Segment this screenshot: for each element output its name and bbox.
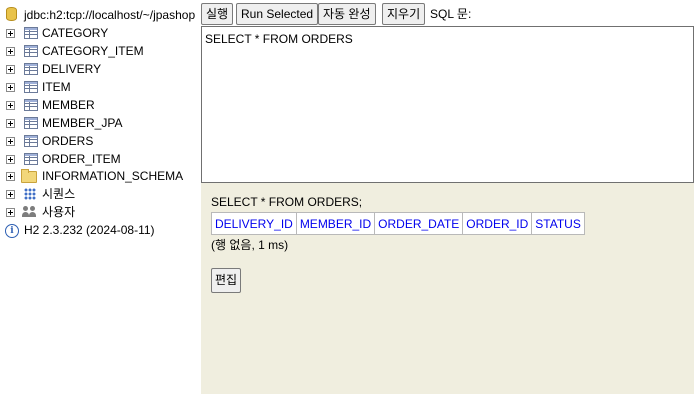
table-name[interactable]: ORDERS	[42, 132, 93, 150]
connection-url: jdbc:h2:tcp://localhost/~/jpashop	[24, 8, 196, 22]
users-icon	[22, 206, 38, 218]
table-icon	[24, 99, 38, 111]
column-header[interactable]: DELIVERY_ID	[211, 212, 297, 235]
table-icon	[24, 27, 38, 39]
expand-icon[interactable]	[6, 101, 15, 110]
folder-icon	[21, 169, 37, 183]
table-name[interactable]: ITEM	[42, 78, 71, 96]
table-icon	[24, 63, 38, 75]
expand-icon[interactable]	[6, 137, 15, 146]
expand-icon[interactable]	[6, 208, 15, 217]
expand-icon[interactable]	[6, 190, 15, 199]
result-panel: SELECT * FROM ORDERS; DELIVERY_ID MEMBER…	[201, 183, 694, 394]
table-icon	[24, 135, 38, 147]
expand-icon[interactable]	[6, 47, 15, 56]
result-table: DELIVERY_ID MEMBER_ID ORDER_DATE ORDER_I…	[211, 212, 585, 235]
result-header-row: DELIVERY_ID MEMBER_ID ORDER_DATE ORDER_I…	[211, 212, 585, 235]
expand-icon[interactable]	[6, 83, 15, 92]
sql-statement-label: SQL 문:	[430, 7, 472, 21]
table-icon	[24, 153, 38, 165]
table-name[interactable]: MEMBER	[42, 96, 95, 114]
edit-button[interactable]: 편집	[211, 268, 242, 293]
column-header[interactable]: MEMBER_ID	[295, 212, 376, 235]
schema-name[interactable]: INFORMATION_SCHEMA	[42, 167, 183, 185]
expand-icon[interactable]	[6, 65, 15, 74]
info-icon: i	[5, 224, 19, 238]
column-header[interactable]: ORDER_DATE	[374, 212, 464, 235]
run-selected-button[interactable]: Run Selected	[236, 3, 319, 25]
table-icon	[24, 45, 38, 57]
table-name[interactable]: ORDER_ITEM	[42, 150, 121, 168]
column-header[interactable]: STATUS	[531, 212, 585, 235]
version-label: H2 2.3.232 (2024-08-11)	[24, 223, 155, 237]
table-icon	[24, 117, 38, 129]
autocomplete-button[interactable]: 자동 완성	[318, 3, 376, 25]
table-icon	[24, 81, 38, 93]
result-status: (행 없음, 1 ms)	[211, 238, 289, 252]
database-icon	[6, 7, 17, 21]
expand-icon[interactable]	[6, 155, 15, 164]
sequences-label[interactable]: 시퀀스	[42, 185, 75, 203]
table-name[interactable]: CATEGORY	[42, 24, 108, 42]
column-header[interactable]: ORDER_ID	[462, 212, 533, 235]
expand-icon[interactable]	[6, 119, 15, 128]
sql-editor[interactable]: SELECT * FROM ORDERS	[201, 26, 694, 183]
sequence-icon	[24, 188, 36, 200]
expand-icon[interactable]	[6, 29, 15, 38]
executed-query: SELECT * FROM ORDERS;	[211, 195, 363, 209]
clear-button[interactable]: 지우기	[382, 3, 426, 25]
table-name[interactable]: DELIVERY	[42, 60, 101, 78]
table-name[interactable]: CATEGORY_ITEM	[42, 42, 144, 60]
users-label[interactable]: 사용자	[42, 203, 75, 221]
expand-icon[interactable]	[6, 172, 15, 181]
table-name[interactable]: MEMBER_JPA	[42, 114, 122, 132]
run-button[interactable]: 실행	[201, 3, 234, 25]
object-tree: jdbc:h2:tcp://localhost/~/jpashop CATEGO…	[0, 0, 200, 394]
